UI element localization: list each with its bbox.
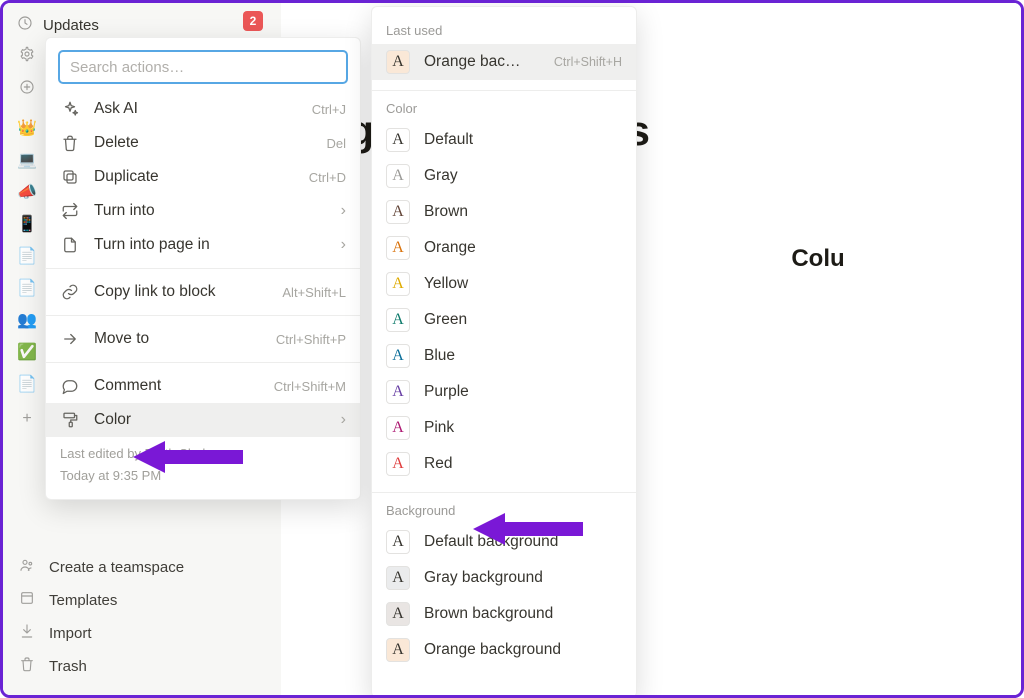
sidebar-bottom: Create a teamspace Templates Import Tras… (3, 551, 281, 683)
page-emoji-icon: ✅ (17, 342, 37, 362)
link-icon (60, 282, 80, 302)
menu-separator (46, 315, 360, 316)
color-swatch-orange-bg: A (386, 50, 410, 74)
import-icon (17, 623, 37, 644)
page-emoji-icon: 💻 (17, 150, 37, 170)
page-icon (60, 235, 80, 255)
color-option-pink[interactable]: APink (372, 410, 636, 446)
paint-roller-icon (60, 410, 80, 430)
chevron-right-icon: › (341, 411, 346, 429)
group-background: Background (372, 497, 636, 524)
group-color: Color (372, 95, 636, 122)
chevron-right-icon: › (341, 236, 346, 254)
sparkle-icon (60, 99, 80, 119)
updates-badge: 2 (243, 11, 263, 31)
trash-icon (17, 656, 37, 677)
group-last-used: Last used (372, 17, 636, 44)
move-icon (60, 329, 80, 349)
submenu-separator (372, 90, 636, 91)
color-swatch: A (386, 236, 410, 260)
color-swatch: A (386, 308, 410, 332)
submenu-separator (372, 492, 636, 493)
search-input[interactable] (58, 50, 348, 84)
page-emoji-icon: 📄 (17, 278, 37, 298)
menu-duplicate[interactable]: Duplicate Ctrl+D (46, 160, 360, 194)
color-option-purple[interactable]: APurple (372, 374, 636, 410)
color-swatch: A (386, 530, 410, 554)
menu-delete[interactable]: Delete Del (46, 126, 360, 160)
menu-turn-into-page-in[interactable]: Turn into page in › (46, 228, 360, 262)
color-submenu-popover: Last used A Orange bac… Ctrl+Shift+H Col… (371, 6, 637, 698)
background-option-gray-background[interactable]: AGray background (372, 560, 636, 596)
background-option-brown-background[interactable]: ABrown background (372, 596, 636, 632)
menu-separator (46, 268, 360, 269)
sidebar-templates[interactable]: Templates (3, 584, 281, 617)
menu-move-to[interactable]: Move to Ctrl+Shift+P (46, 322, 360, 356)
color-swatch: A (386, 344, 410, 368)
trash-icon (60, 133, 80, 153)
chevron-right-icon: › (341, 202, 346, 220)
color-option-orange[interactable]: AOrange (372, 230, 636, 266)
page-emoji-icon: 📄 (17, 246, 37, 266)
background-option-orange-background[interactable]: AOrange background (372, 632, 636, 668)
clock-icon (17, 15, 33, 36)
color-option-brown[interactable]: ABrown (372, 194, 636, 230)
menu-color[interactable]: Color › (46, 403, 360, 437)
sidebar-teamspace[interactable]: Create a teamspace (3, 551, 281, 584)
color-swatch: A (386, 566, 410, 590)
color-swatch: A (386, 380, 410, 404)
color-swatch: A (386, 200, 410, 224)
color-swatch: A (386, 452, 410, 476)
menu-separator (46, 362, 360, 363)
page-emoji-icon: 👑 (17, 118, 37, 138)
gear-icon (17, 46, 37, 67)
background-option-default-background[interactable]: ADefault background (372, 524, 636, 560)
color-swatch: A (386, 602, 410, 626)
color-swatch: A (386, 128, 410, 152)
turn-into-icon (60, 201, 80, 221)
sidebar-updates-row[interactable]: Updates 2 (3, 3, 281, 40)
page-emoji-icon: 📣 (17, 182, 37, 202)
color-swatch: A (386, 272, 410, 296)
color-option-blue[interactable]: ABlue (372, 338, 636, 374)
plus-circle-icon (17, 79, 37, 100)
duplicate-icon (60, 167, 80, 187)
sidebar-import[interactable]: Import (3, 617, 281, 650)
color-swatch: A (386, 416, 410, 440)
color-option-red[interactable]: ARed (372, 446, 636, 482)
menu-comment[interactable]: Comment Ctrl+Shift+M (46, 369, 360, 403)
comment-icon (60, 376, 80, 396)
color-option-yellow[interactable]: AYellow (372, 266, 636, 302)
page-emoji-icon: 📱 (17, 214, 37, 234)
menu-ask-ai[interactable]: Ask AI Ctrl+J (46, 92, 360, 126)
updates-label: Updates (43, 17, 99, 34)
color-swatch: A (386, 638, 410, 662)
color-option-green[interactable]: AGreen (372, 302, 636, 338)
column-3-heading[interactable]: Colu (791, 245, 844, 273)
color-last-used-item[interactable]: A Orange bac… Ctrl+Shift+H (372, 44, 636, 80)
menu-turn-into[interactable]: Turn into › (46, 194, 360, 228)
block-actions-popover: Ask AI Ctrl+J Delete Del Duplicate Ctrl+… (45, 37, 361, 500)
color-option-gray[interactable]: AGray (372, 158, 636, 194)
sidebar-trash[interactable]: Trash (3, 650, 281, 683)
plus-icon: + (17, 410, 37, 428)
page-emoji-icon: 👥 (17, 310, 37, 330)
menu-copy-link[interactable]: Copy link to block Alt+Shift+L (46, 275, 360, 309)
page-emoji-icon: 📄 (17, 374, 37, 394)
color-swatch: A (386, 164, 410, 188)
templates-icon (17, 590, 37, 611)
teamspace-icon (17, 557, 37, 578)
color-option-default[interactable]: ADefault (372, 122, 636, 158)
menu-footer: Last edited by Parth Shah Today at 9:35 … (46, 437, 360, 487)
